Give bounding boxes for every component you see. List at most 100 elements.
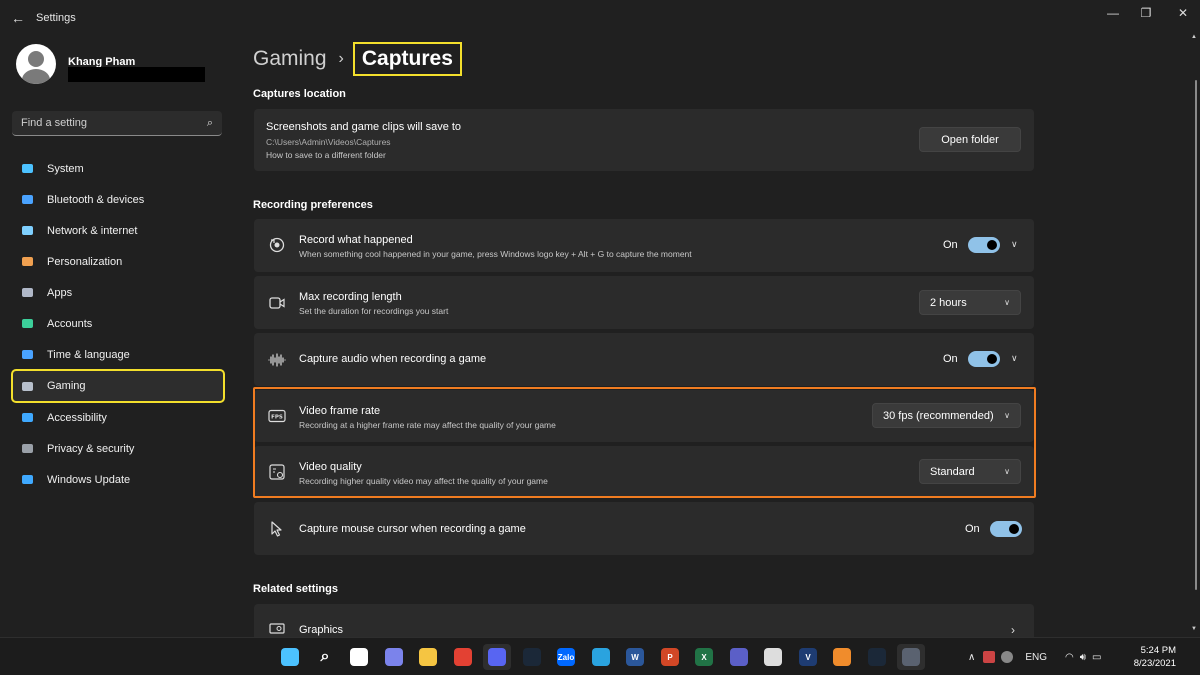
- powerpoint-icon[interactable]: P: [656, 644, 684, 670]
- sidebar-item-label: Windows Update: [47, 473, 131, 486]
- max-recording-length-desc: Set the duration for recordings you star…: [299, 306, 449, 316]
- video-quality-icon: [268, 463, 286, 481]
- graphics-title: Graphics: [299, 624, 344, 636]
- steam-icon[interactable]: [518, 644, 546, 670]
- start-icon[interactable]: [276, 644, 304, 670]
- max-recording-length-dropdown[interactable]: 2 hours ∨: [919, 290, 1021, 315]
- breadcrumb: Gaming › Captures: [253, 42, 462, 76]
- settings-icon[interactable]: [897, 644, 925, 670]
- fps-icon: FPS: [268, 407, 286, 425]
- taskbar: ⌕ Zalo W P X V ∧ ENG ◠ 🔊︎ ▭ 5:24 PM 8/23/2021: [0, 637, 1200, 675]
- capture-audio-state: On: [943, 353, 958, 365]
- video-frame-rate-row: FPS Video frame rate Recording at a high…: [254, 390, 1034, 442]
- recording-preferences-heading: Recording preferences: [253, 199, 373, 211]
- back-button[interactable]: ←: [0, 0, 36, 36]
- video-frame-rate-dropdown[interactable]: 30 fps (recommended) ∨: [872, 403, 1021, 428]
- chrome-icon[interactable]: [449, 644, 477, 670]
- sidebar-item-gaming[interactable]: Gaming: [11, 369, 225, 403]
- excel-icon[interactable]: X: [690, 644, 718, 670]
- battery-icon[interactable]: ▭: [1092, 652, 1101, 663]
- chat-icon[interactable]: [380, 644, 408, 670]
- chevron-up-icon[interactable]: ∧: [968, 652, 975, 663]
- telegram-icon[interactable]: [587, 644, 615, 670]
- capture-audio-toggle[interactable]: [968, 351, 1000, 367]
- chevron-down-icon[interactable]: ∨: [1011, 353, 1018, 364]
- file-explorer-icon[interactable]: [414, 644, 442, 670]
- close-button[interactable]: ✕: [1160, 0, 1200, 26]
- graphics-row[interactable]: Graphics ›: [254, 604, 1034, 637]
- accessibility-icon: [20, 411, 34, 425]
- search-icon[interactable]: ⌕: [311, 644, 339, 670]
- capture-mouse-cursor-row[interactable]: Capture mouse cursor when recording a ga…: [254, 502, 1034, 555]
- sidebar-item-system[interactable]: System: [12, 153, 224, 184]
- sidebar-item-apps[interactable]: Apps: [12, 277, 224, 308]
- wifi-icon[interactable]: ◠: [1065, 652, 1074, 663]
- video-quality-dropdown[interactable]: Standard ∨: [919, 459, 1021, 484]
- sidebar-item-accessibility[interactable]: Accessibility: [12, 402, 224, 433]
- capture-mouse-cursor-toggle[interactable]: [990, 521, 1022, 537]
- search-input[interactable]: [21, 117, 207, 129]
- sidebar-item-accounts[interactable]: Accounts: [12, 308, 224, 339]
- video-quality-desc: Recording higher quality video may affec…: [299, 476, 548, 486]
- app-orange-icon[interactable]: [828, 644, 856, 670]
- steam2-icon[interactable]: [863, 644, 891, 670]
- sidebar-item-label: Privacy & security: [47, 442, 135, 455]
- sidebar-item-label: Bluetooth & devices: [47, 193, 145, 206]
- chevron-down-icon: ∨: [1004, 467, 1010, 476]
- sidebar-item-windows-update[interactable]: Windows Update: [12, 464, 224, 495]
- language-indicator[interactable]: ENG: [1025, 652, 1047, 663]
- clock[interactable]: 5:24 PM 8/23/2021: [1134, 644, 1176, 670]
- tray-vegas-icon[interactable]: [983, 651, 996, 663]
- sidebar-item-label: System: [47, 162, 84, 175]
- scroll-up-arrow-icon[interactable]: ▲: [1191, 34, 1197, 40]
- video-frame-rate-value: 30 fps (recommended): [883, 409, 994, 422]
- maximize-icon: ❐: [1140, 6, 1152, 20]
- chevron-down-icon[interactable]: ∨: [1011, 239, 1018, 250]
- search-box[interactable]: ⌕: [12, 111, 222, 136]
- sidebar-item-privacy-security[interactable]: Privacy & security: [12, 433, 224, 464]
- captures-location-card: Screenshots and game clips will save to …: [254, 109, 1034, 171]
- sidebar-item-time-language[interactable]: Time & language: [12, 339, 224, 370]
- record-what-happened-row[interactable]: Record what happened When something cool…: [254, 219, 1034, 272]
- word-icon[interactable]: W: [621, 644, 649, 670]
- page-title: Captures: [352, 42, 462, 76]
- window-title: Settings: [36, 12, 76, 24]
- back-arrow-icon: ←: [11, 10, 25, 26]
- chevron-right-icon: ›: [1011, 623, 1015, 637]
- sidebar-item-network-internet[interactable]: Network & internet: [12, 215, 224, 246]
- task-view-icon[interactable]: [345, 644, 373, 670]
- redacted-email: [68, 67, 205, 82]
- save-location-help-link[interactable]: How to save to a different folder: [266, 150, 461, 160]
- scrollbar[interactable]: [1195, 80, 1197, 590]
- chevron-down-icon: ∨: [1004, 298, 1010, 307]
- sidebar-item-personalization[interactable]: Personalization: [12, 246, 224, 277]
- volume-icon[interactable]: 🔊︎: [1080, 652, 1086, 663]
- tray-app-icon[interactable]: [1001, 651, 1014, 663]
- capture-audio-title: Capture audio when recording a game: [299, 353, 487, 365]
- video-quality-title: Video quality: [299, 461, 362, 473]
- scroll-down-arrow-icon[interactable]: ▼: [1191, 626, 1197, 632]
- video-quality-row: Video quality Recording higher quality v…: [254, 446, 1034, 498]
- app-purple-icon[interactable]: [725, 644, 753, 670]
- zalo-icon[interactable]: Zalo: [552, 644, 580, 670]
- clock-time: 5:24 PM: [1140, 645, 1176, 656]
- discord-icon[interactable]: [483, 644, 511, 670]
- video-camera-icon: [268, 294, 286, 312]
- capture-mouse-cursor-state: On: [965, 523, 980, 535]
- gamepad-icon: [20, 379, 34, 393]
- bluetooth-icon: [20, 193, 34, 207]
- sidebar-item-label: Accessibility: [47, 411, 107, 424]
- minimize-icon: —: [1107, 6, 1119, 20]
- record-what-happened-toggle[interactable]: [968, 237, 1000, 253]
- vegas-icon[interactable]: V: [794, 644, 822, 670]
- sidebar-item-bluetooth-devices[interactable]: Bluetooth & devices: [12, 184, 224, 215]
- update-icon: [20, 473, 34, 487]
- capture-audio-row[interactable]: Capture audio when recording a game On ∨: [254, 333, 1034, 386]
- brush-icon: [20, 255, 34, 269]
- open-folder-button[interactable]: Open folder: [919, 127, 1021, 152]
- breadcrumb-parent[interactable]: Gaming: [253, 47, 327, 71]
- system-icon: [20, 162, 34, 176]
- video-quality-value: Standard: [930, 465, 975, 478]
- app-grid-icon[interactable]: [759, 644, 787, 670]
- sidebar-item-label: Network & internet: [47, 224, 138, 237]
